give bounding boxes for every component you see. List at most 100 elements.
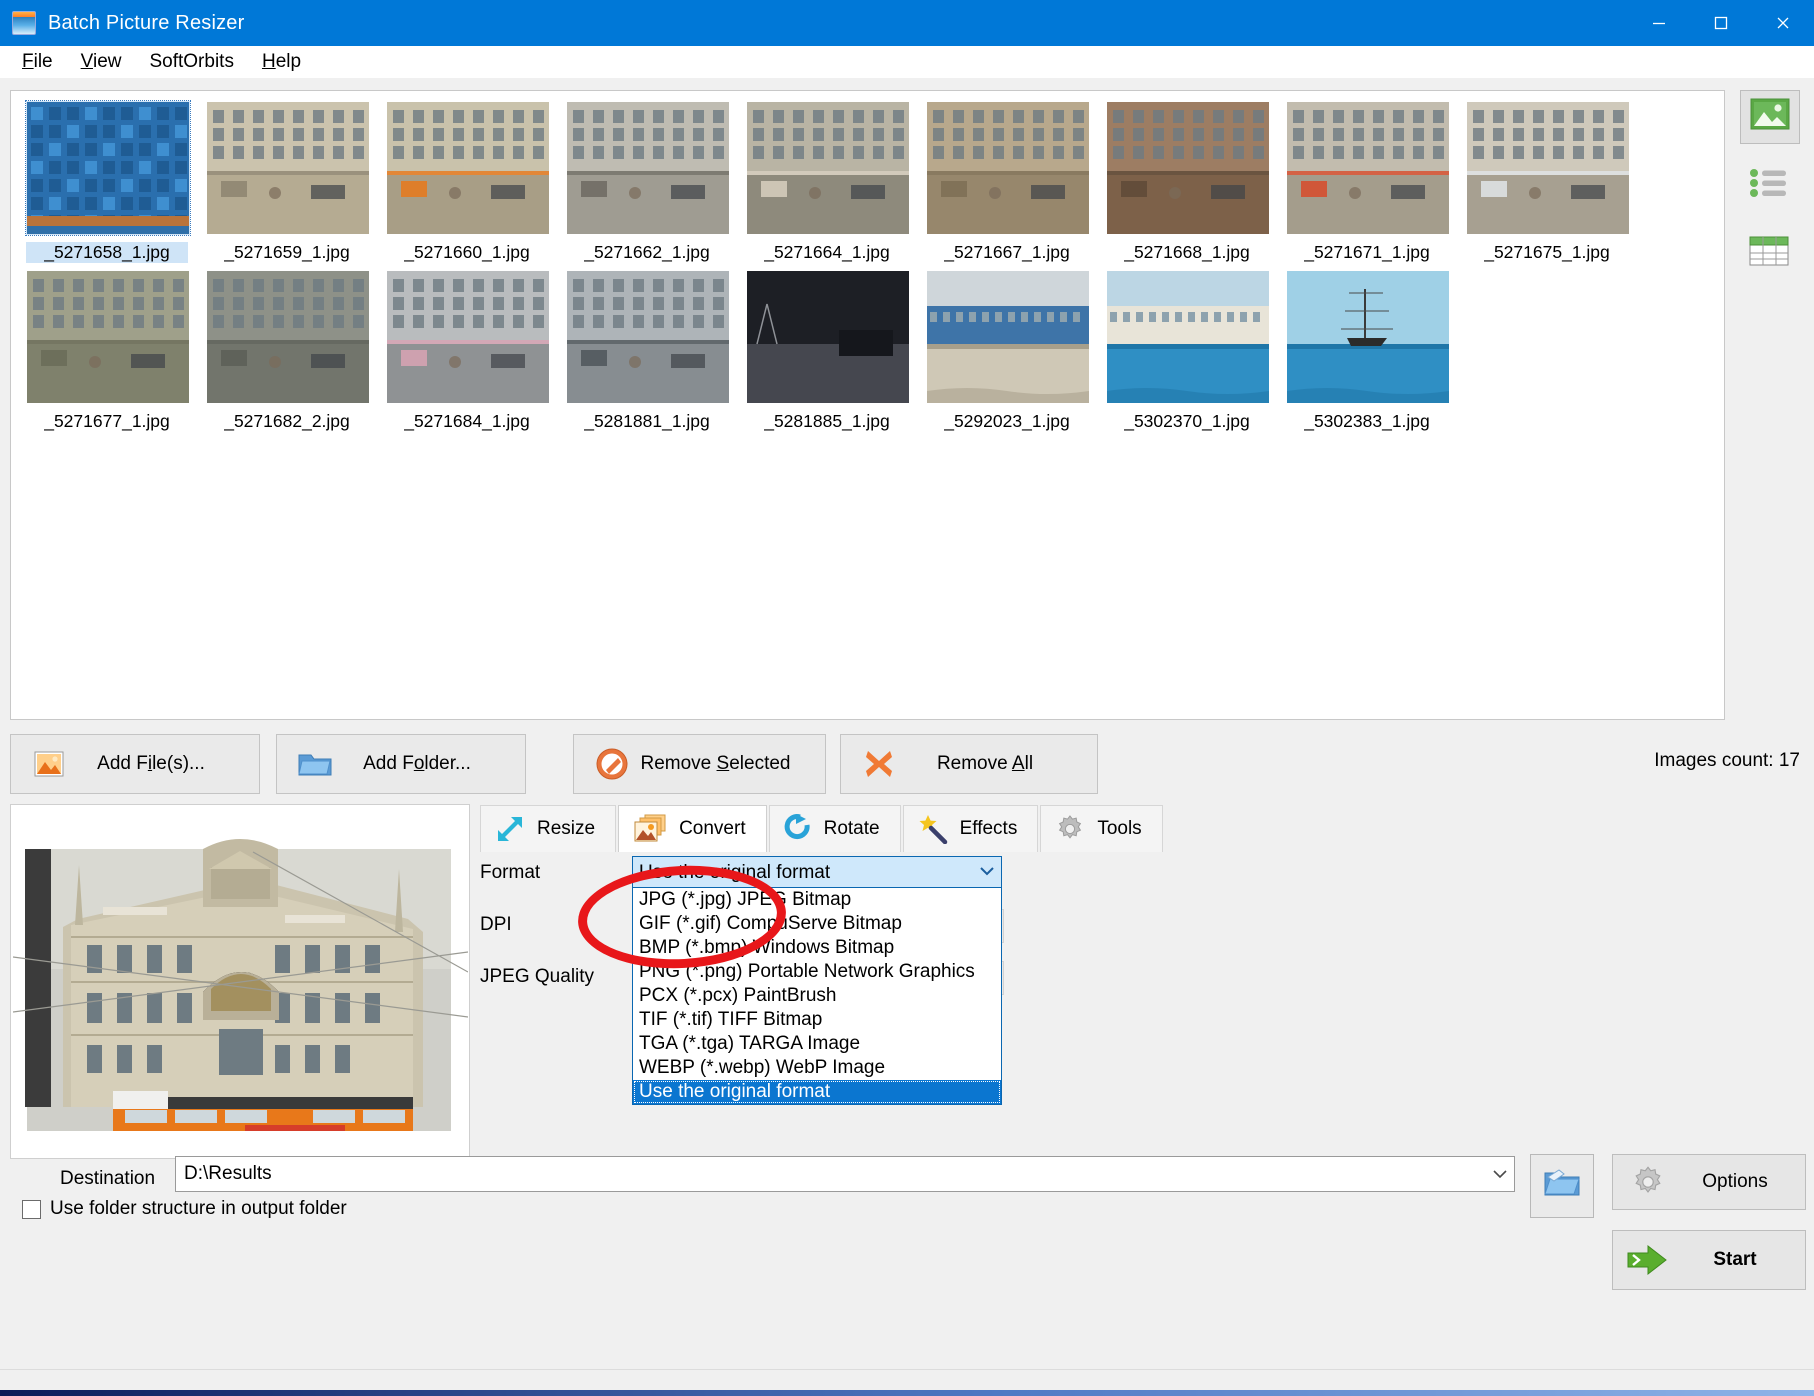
thumbnail-image bbox=[926, 270, 1090, 404]
thumbnail-item[interactable]: _5292023_1.jpg bbox=[926, 270, 1088, 433]
thumbnail-image bbox=[386, 101, 550, 235]
thumbnail-image bbox=[1106, 270, 1270, 404]
format-dropdown-list[interactable]: JPG (*.jpg) JPEG BitmapGIF (*.gif) Compu… bbox=[632, 887, 1002, 1105]
add-files-label: Add File(s)... bbox=[77, 753, 259, 775]
thumbnail-item[interactable]: _5271675_1.jpg bbox=[1466, 101, 1628, 264]
thumbnail-item[interactable]: _5271664_1.jpg bbox=[746, 101, 908, 264]
format-combobox[interactable]: Use the original format bbox=[632, 856, 1002, 890]
convert-panel: Format DPI JPEG Quality Use the original… bbox=[480, 852, 1720, 1157]
thumbnail-item[interactable]: _5271668_1.jpg bbox=[1106, 101, 1268, 264]
thumbnail-filename: _5302370_1.jpg bbox=[1106, 411, 1268, 432]
thumbnail-item[interactable]: _5271671_1.jpg bbox=[1286, 101, 1448, 264]
start-button[interactable]: Start bbox=[1612, 1230, 1806, 1290]
tab-convert[interactable]: Convert bbox=[618, 805, 767, 852]
thumbnail-filename: _5302383_1.jpg bbox=[1286, 411, 1448, 432]
format-option[interactable]: TIF (*.tif) TIFF Bitmap bbox=[633, 1008, 1001, 1032]
browse-destination-button[interactable] bbox=[1530, 1154, 1594, 1218]
format-combobox-value: Use the original format bbox=[639, 862, 977, 884]
thumbnail-item[interactable]: _5302383_1.jpg bbox=[1286, 270, 1448, 433]
thumbnail-filename: _5271659_1.jpg bbox=[206, 242, 368, 263]
destination-label: Destination bbox=[60, 1168, 155, 1190]
thumbnail-image bbox=[386, 270, 550, 404]
app-icon bbox=[12, 11, 36, 35]
open-folder-icon bbox=[1543, 1167, 1581, 1205]
thumbnail-filename: _5271682_2.jpg bbox=[206, 411, 368, 432]
destination-value: D:\Results bbox=[184, 1163, 272, 1185]
format-option[interactable]: TGA (*.tga) TARGA Image bbox=[633, 1032, 1001, 1056]
format-option[interactable]: JPG (*.jpg) JPEG Bitmap bbox=[633, 888, 1001, 912]
add-files-button[interactable]: Add File(s)... bbox=[10, 734, 260, 794]
thumbnail-item[interactable]: _5281881_1.jpg bbox=[566, 270, 728, 433]
remove-selected-icon bbox=[584, 747, 640, 781]
thumbnail-item[interactable]: _5271659_1.jpg bbox=[206, 101, 368, 264]
thumbnail-item[interactable]: _5271677_1.jpg bbox=[26, 270, 188, 433]
status-accent-bar bbox=[0, 1390, 1814, 1396]
close-button[interactable] bbox=[1752, 0, 1814, 46]
thumbnail-image bbox=[1106, 101, 1270, 235]
tab-effects[interactable]: Effects bbox=[903, 805, 1039, 852]
tab-convert-label: Convert bbox=[679, 818, 746, 840]
options-button[interactable]: Options bbox=[1612, 1154, 1806, 1210]
thumbnail-item[interactable]: _5271662_1.jpg bbox=[566, 101, 728, 264]
menu-help[interactable]: Help bbox=[248, 47, 315, 77]
remove-all-button[interactable]: Remove All bbox=[840, 734, 1098, 794]
format-option[interactable]: GIF (*.gif) CompuServe Bitmap bbox=[633, 912, 1001, 936]
menu-view[interactable]: View bbox=[67, 47, 136, 77]
view-mode-bar bbox=[1740, 90, 1804, 296]
thumbnail-item[interactable]: _5271658_1.jpg bbox=[26, 101, 188, 264]
image-icon bbox=[1750, 98, 1790, 136]
tab-strip: Resize Convert Rotate bbox=[480, 804, 1720, 853]
menu-file[interactable]: File bbox=[8, 47, 67, 77]
format-option[interactable]: Use the original format bbox=[633, 1080, 1001, 1104]
add-folder-button[interactable]: Add Folder... bbox=[276, 734, 526, 794]
thumbnail-filename: _5271658_1.jpg bbox=[26, 242, 188, 263]
tab-resize[interactable]: Resize bbox=[480, 805, 616, 852]
thumbnail-image bbox=[206, 270, 370, 404]
use-folder-structure-row[interactable]: Use folder structure in output folder bbox=[22, 1198, 347, 1220]
tab-tools[interactable]: Tools bbox=[1040, 805, 1162, 852]
list-view-button[interactable] bbox=[1740, 160, 1798, 212]
status-bar bbox=[0, 1369, 1814, 1396]
thumbnail-image bbox=[1286, 101, 1450, 235]
thumbnail-item[interactable]: _5271684_1.jpg bbox=[386, 270, 548, 433]
format-option[interactable]: BMP (*.bmp) Windows Bitmap bbox=[633, 936, 1001, 960]
minimize-button[interactable] bbox=[1628, 0, 1690, 46]
chevron-down-icon[interactable] bbox=[1486, 1168, 1514, 1180]
details-view-button[interactable] bbox=[1740, 228, 1798, 280]
remove-selected-button[interactable]: Remove Selected bbox=[573, 734, 826, 794]
thumbnail-item[interactable]: _5302370_1.jpg bbox=[1106, 270, 1268, 433]
thumbnail-filename: _5271662_1.jpg bbox=[566, 242, 728, 263]
convert-images-icon bbox=[633, 814, 667, 844]
tab-rotate-label: Rotate bbox=[824, 818, 880, 840]
thumbnail-item[interactable]: _5271682_2.jpg bbox=[206, 270, 368, 433]
thumbnail-filename: _5281885_1.jpg bbox=[746, 411, 908, 432]
thumbnail-image bbox=[26, 270, 190, 404]
destination-input[interactable]: D:\Results bbox=[175, 1156, 1515, 1192]
thumbnail-grid: _5271658_1.jpg _5271659_1.jpg _5271660_1.j… bbox=[11, 91, 1724, 435]
format-option[interactable]: PCX (*.pcx) PaintBrush bbox=[633, 984, 1001, 1008]
thumbnail-pane[interactable]: _5271658_1.jpg _5271659_1.jpg _5271660_1.j… bbox=[10, 90, 1725, 720]
tab-resize-label: Resize bbox=[537, 818, 595, 840]
use-folder-structure-checkbox[interactable] bbox=[22, 1200, 41, 1219]
thumbnail-item[interactable]: _5281885_1.jpg bbox=[746, 270, 908, 433]
jpeg-quality-label: JPEG Quality bbox=[480, 966, 610, 988]
tab-rotate[interactable]: Rotate bbox=[769, 805, 901, 852]
options-label: Options bbox=[1683, 1171, 1805, 1193]
thumbnail-image bbox=[926, 101, 1090, 235]
magic-wand-icon bbox=[918, 814, 948, 844]
thumbnail-view-button[interactable] bbox=[1740, 90, 1800, 144]
menu-softorbits[interactable]: SoftOrbits bbox=[135, 47, 247, 77]
maximize-button[interactable] bbox=[1690, 0, 1752, 46]
thumbnail-image bbox=[746, 101, 910, 235]
format-option[interactable]: WEBP (*.webp) WebP Image bbox=[633, 1056, 1001, 1080]
thumbnail-item[interactable]: _5271667_1.jpg bbox=[926, 101, 1088, 264]
format-option[interactable]: PNG (*.png) Portable Network Graphics bbox=[633, 960, 1001, 984]
format-label: Format bbox=[480, 862, 610, 884]
window-controls bbox=[1628, 0, 1814, 46]
thumbnail-image bbox=[1286, 270, 1450, 404]
add-folder-label: Add Folder... bbox=[343, 753, 525, 775]
gear-icon bbox=[1055, 814, 1085, 844]
tab-tools-label: Tools bbox=[1097, 818, 1141, 840]
title-bar: Batch Picture Resizer bbox=[0, 0, 1814, 46]
thumbnail-item[interactable]: _5271660_1.jpg bbox=[386, 101, 548, 264]
